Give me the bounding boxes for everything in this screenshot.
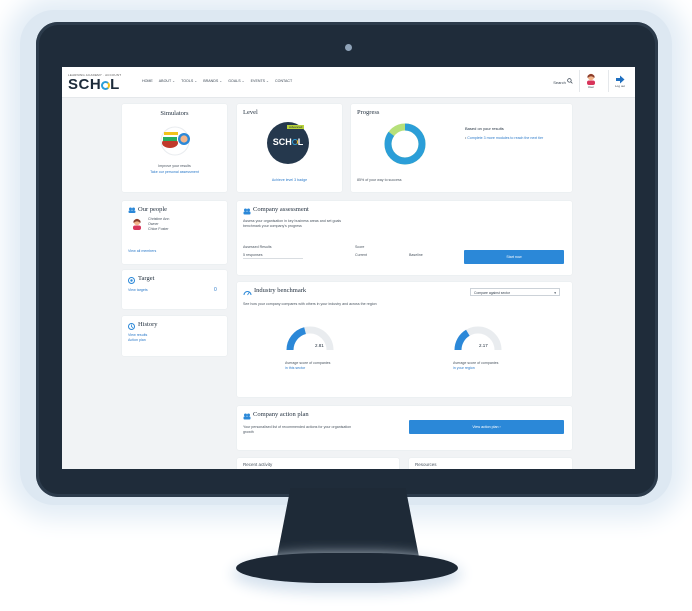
- menu-item-tools[interactable]: TOOLS ⌄: [181, 79, 197, 83]
- progress-side-text: • Complete 3 more modules to reach the n…: [465, 136, 544, 140]
- action-plan-desc-1: Your personalised list of recommended ac…: [243, 425, 352, 429]
- industry-benchmark-card: Industry benchmark Compare against secto…: [237, 282, 572, 397]
- target-title: Target: [138, 275, 155, 282]
- simulators-illustration: [160, 126, 190, 156]
- target-card: Target View targets 0: [122, 270, 227, 309]
- person-avatar: [133, 218, 141, 230]
- benchmark-gauge-1: [286, 326, 334, 351]
- menu-item-about[interactable]: ABOUT ⌄: [159, 79, 175, 83]
- main-menu: HOME ABOUT ⌄ TOOLS ⌄ BRANDS ⌄ GOALS ⌄ EV…: [142, 79, 292, 83]
- benchmark-title: Industry benchmark: [254, 287, 307, 294]
- assessment-col2-value: Current: [355, 253, 367, 257]
- progress-caption: 85% of your way to success: [357, 178, 402, 182]
- assessment-col1-value: 5 responses: [243, 253, 303, 259]
- assessment-col3-value: Baseline: [409, 253, 423, 257]
- assessment-col2-label: Score: [355, 245, 365, 249]
- search-button[interactable]: Search: [553, 77, 573, 85]
- gauge-1-caption-2: in this sector: [285, 366, 306, 370]
- history-title: History: [138, 321, 158, 328]
- action-plan-desc-2: growth: [243, 430, 254, 434]
- webcam: [345, 44, 352, 51]
- gauge-1-value: 2.81: [315, 343, 324, 348]
- search-icon: [567, 77, 573, 84]
- progress-donut-chart: [384, 123, 426, 165]
- target-link[interactable]: View targets: [128, 288, 148, 293]
- assessment-start-button[interactable]: Start now: [464, 250, 564, 264]
- assessment-title: Company assessment: [253, 206, 309, 213]
- progress-card: Progress 85% of your way to success Base…: [351, 104, 572, 192]
- benchmark-gauge-2: [454, 326, 502, 351]
- level-badge-tag: Advanced: [287, 125, 305, 129]
- assessment-icon: [243, 208, 251, 215]
- assessment-desc-2: benchmark your company's progress: [243, 224, 302, 228]
- simulators-title: Simulators: [160, 110, 189, 117]
- chevron-down-icon: ▾: [554, 291, 556, 295]
- bottom-card-1: Recent activity: [237, 458, 399, 469]
- action-plan-button[interactable]: View action plan ›: [409, 420, 564, 434]
- menu-item-home[interactable]: HOME: [142, 79, 153, 83]
- action-plan-title: Company action plan: [253, 411, 309, 418]
- history-link-action-plan[interactable]: Action plan: [128, 338, 146, 343]
- bottom-card-1-title: Recent activity: [243, 462, 273, 467]
- monitor-stand-neck: [276, 488, 420, 562]
- level-badge-logo: SCH L: [272, 137, 304, 147]
- level-title: Level: [243, 109, 258, 116]
- simulators-link[interactable]: Take our personal assessment: [122, 170, 227, 175]
- action-plan-icon: [243, 413, 251, 420]
- level-caption[interactable]: Achieve level 3 badge: [237, 178, 342, 183]
- people-icon: [128, 207, 136, 213]
- monitor-stand-base: [236, 553, 458, 583]
- simulators-text: Improve your results: [158, 164, 191, 168]
- logo-ring-icon: [101, 81, 111, 90]
- avatar-icon: [587, 73, 595, 85]
- our-people-card: Our people Christine Ann Owner Chloe Fos…: [122, 201, 227, 264]
- people-view-all-link[interactable]: View all members: [128, 249, 156, 254]
- our-people-title: Our people: [138, 206, 168, 213]
- target-count: 0: [214, 287, 217, 293]
- company-assessment-card: Company assessment Assess your organisat…: [237, 201, 572, 275]
- history-card: History View results Action plan: [122, 316, 227, 356]
- profile-button[interactable]: User: [579, 70, 602, 92]
- gauge-2-fill: [454, 329, 470, 351]
- logout-arrow-icon: [616, 75, 625, 83]
- level-card: Level Advanced SCH L Achieve level 3 badg…: [237, 104, 342, 192]
- top-navbar: LEARNING ACADEMY · ACCOUNT SCH L HOME ABO…: [62, 67, 635, 98]
- nav-actions: Search User Log out: [553, 70, 631, 92]
- benchmark-compare-select[interactable]: Compare against sector ▾: [470, 288, 560, 296]
- simulators-card: Simulators Improve your results Take our…: [122, 104, 227, 192]
- monitor-screen: LEARNING ACADEMY · ACCOUNT SCH L HOME ABO…: [62, 67, 635, 469]
- gauge-2-caption-2: in your region: [453, 366, 475, 370]
- menu-item-contact[interactable]: CONTACT: [275, 79, 292, 83]
- menu-item-goals[interactable]: GOALS ⌄: [228, 79, 244, 83]
- menu-item-brands[interactable]: BRANDS ⌄: [203, 79, 222, 83]
- action-plan-card: Company action plan Your personalised li…: [237, 406, 572, 450]
- benchmark-icon: [243, 291, 252, 296]
- menu-item-events[interactable]: EVENTS ⌄: [251, 79, 269, 83]
- benchmark-desc: See how your company compares with other…: [243, 302, 377, 306]
- assessment-col1-label: Assessed Results: [243, 245, 272, 249]
- logout-button[interactable]: Log out: [608, 70, 631, 92]
- site-logo[interactable]: SCH L: [68, 76, 120, 93]
- target-icon: [128, 277, 135, 284]
- history-icon: [128, 323, 135, 330]
- people-line-3: Chloe Foster: [148, 227, 169, 231]
- level-badge: Advanced SCH L: [267, 122, 309, 164]
- gauge-2-value: 2.17: [479, 343, 488, 348]
- gauge-1-fill: [286, 327, 307, 351]
- progress-title: Progress: [357, 109, 380, 116]
- progress-side-heading: Based on your results: [465, 126, 504, 131]
- bottom-card-2-title: Resources: [415, 462, 437, 467]
- bottom-card-2: Resources: [409, 458, 572, 469]
